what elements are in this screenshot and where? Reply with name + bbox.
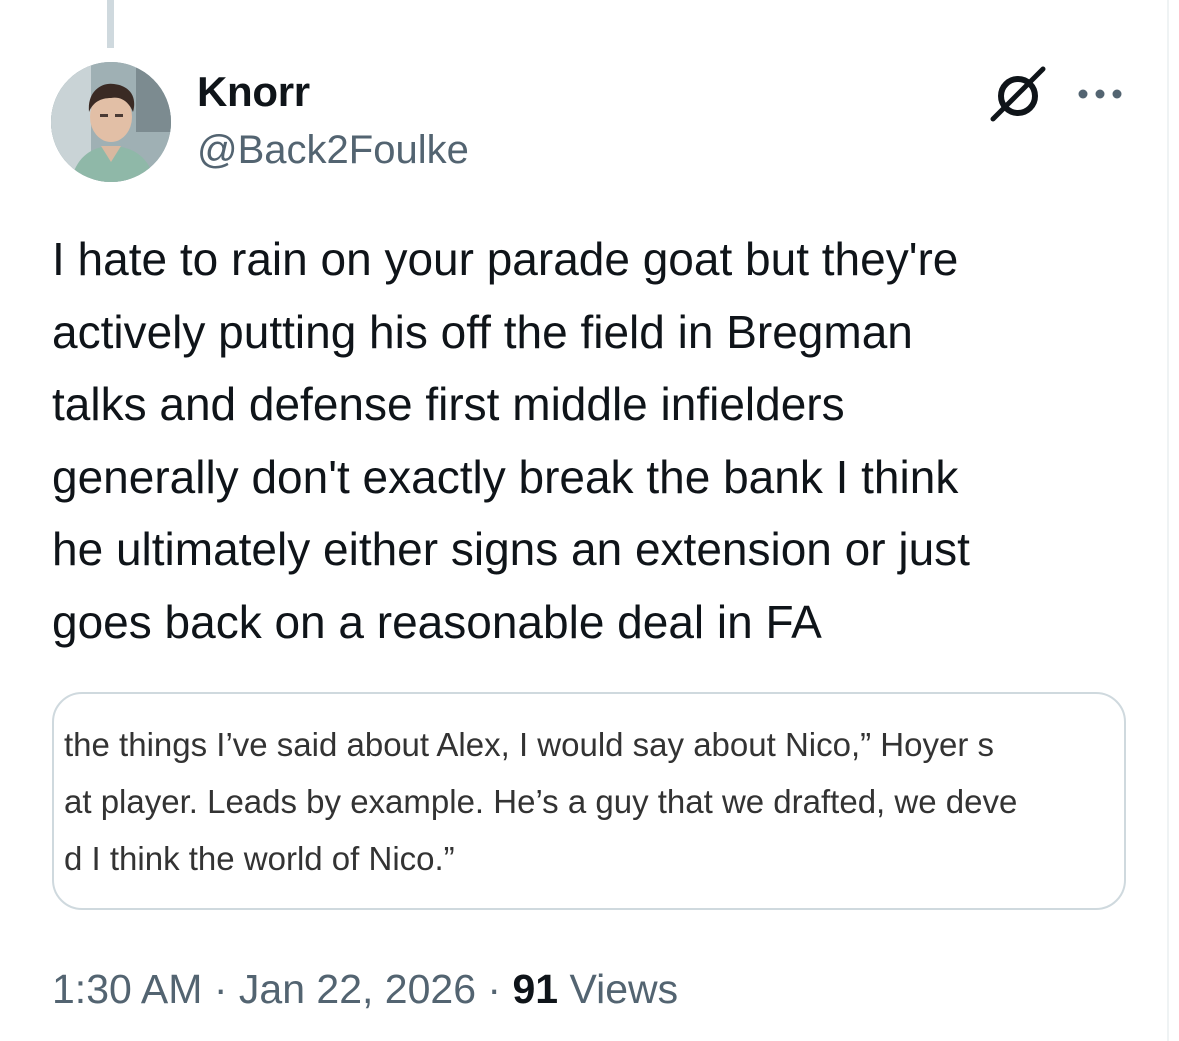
meta-separator: · [213, 966, 228, 1012]
grok-icon[interactable] [988, 66, 1048, 122]
avatar-photo [51, 62, 171, 182]
views-count[interactable]: 91 [512, 966, 558, 1012]
timeline-divider [1167, 0, 1169, 1041]
views-label[interactable]: Views [569, 966, 678, 1012]
more-options-icon[interactable] [1076, 84, 1124, 104]
meta-separator: · [487, 966, 502, 1012]
avatar[interactable] [51, 62, 171, 182]
quote-text-line: d I think the world of Nico.” [64, 840, 455, 877]
author-display-name[interactable]: Knorr [197, 68, 310, 116]
author-handle[interactable]: @Back2Foulke [197, 128, 469, 173]
tweet-text: I hate to rain on your parade goat but t… [52, 233, 970, 648]
tweet-time[interactable]: 1:30 AM [52, 966, 202, 1012]
tweet-meta: 1:30 AM · Jan 22, 2026 · 91 Views [52, 966, 678, 1013]
tweet-date[interactable]: Jan 22, 2026 [239, 966, 476, 1012]
quote-text-line: at player. Leads by example. He’s a guy … [64, 783, 1018, 820]
attached-image-card[interactable]: the things I’ve said about Alex, I would… [52, 692, 1126, 910]
quote-text-line: the things I’ve said about Alex, I would… [64, 726, 994, 763]
thread-connector-line [107, 0, 114, 48]
